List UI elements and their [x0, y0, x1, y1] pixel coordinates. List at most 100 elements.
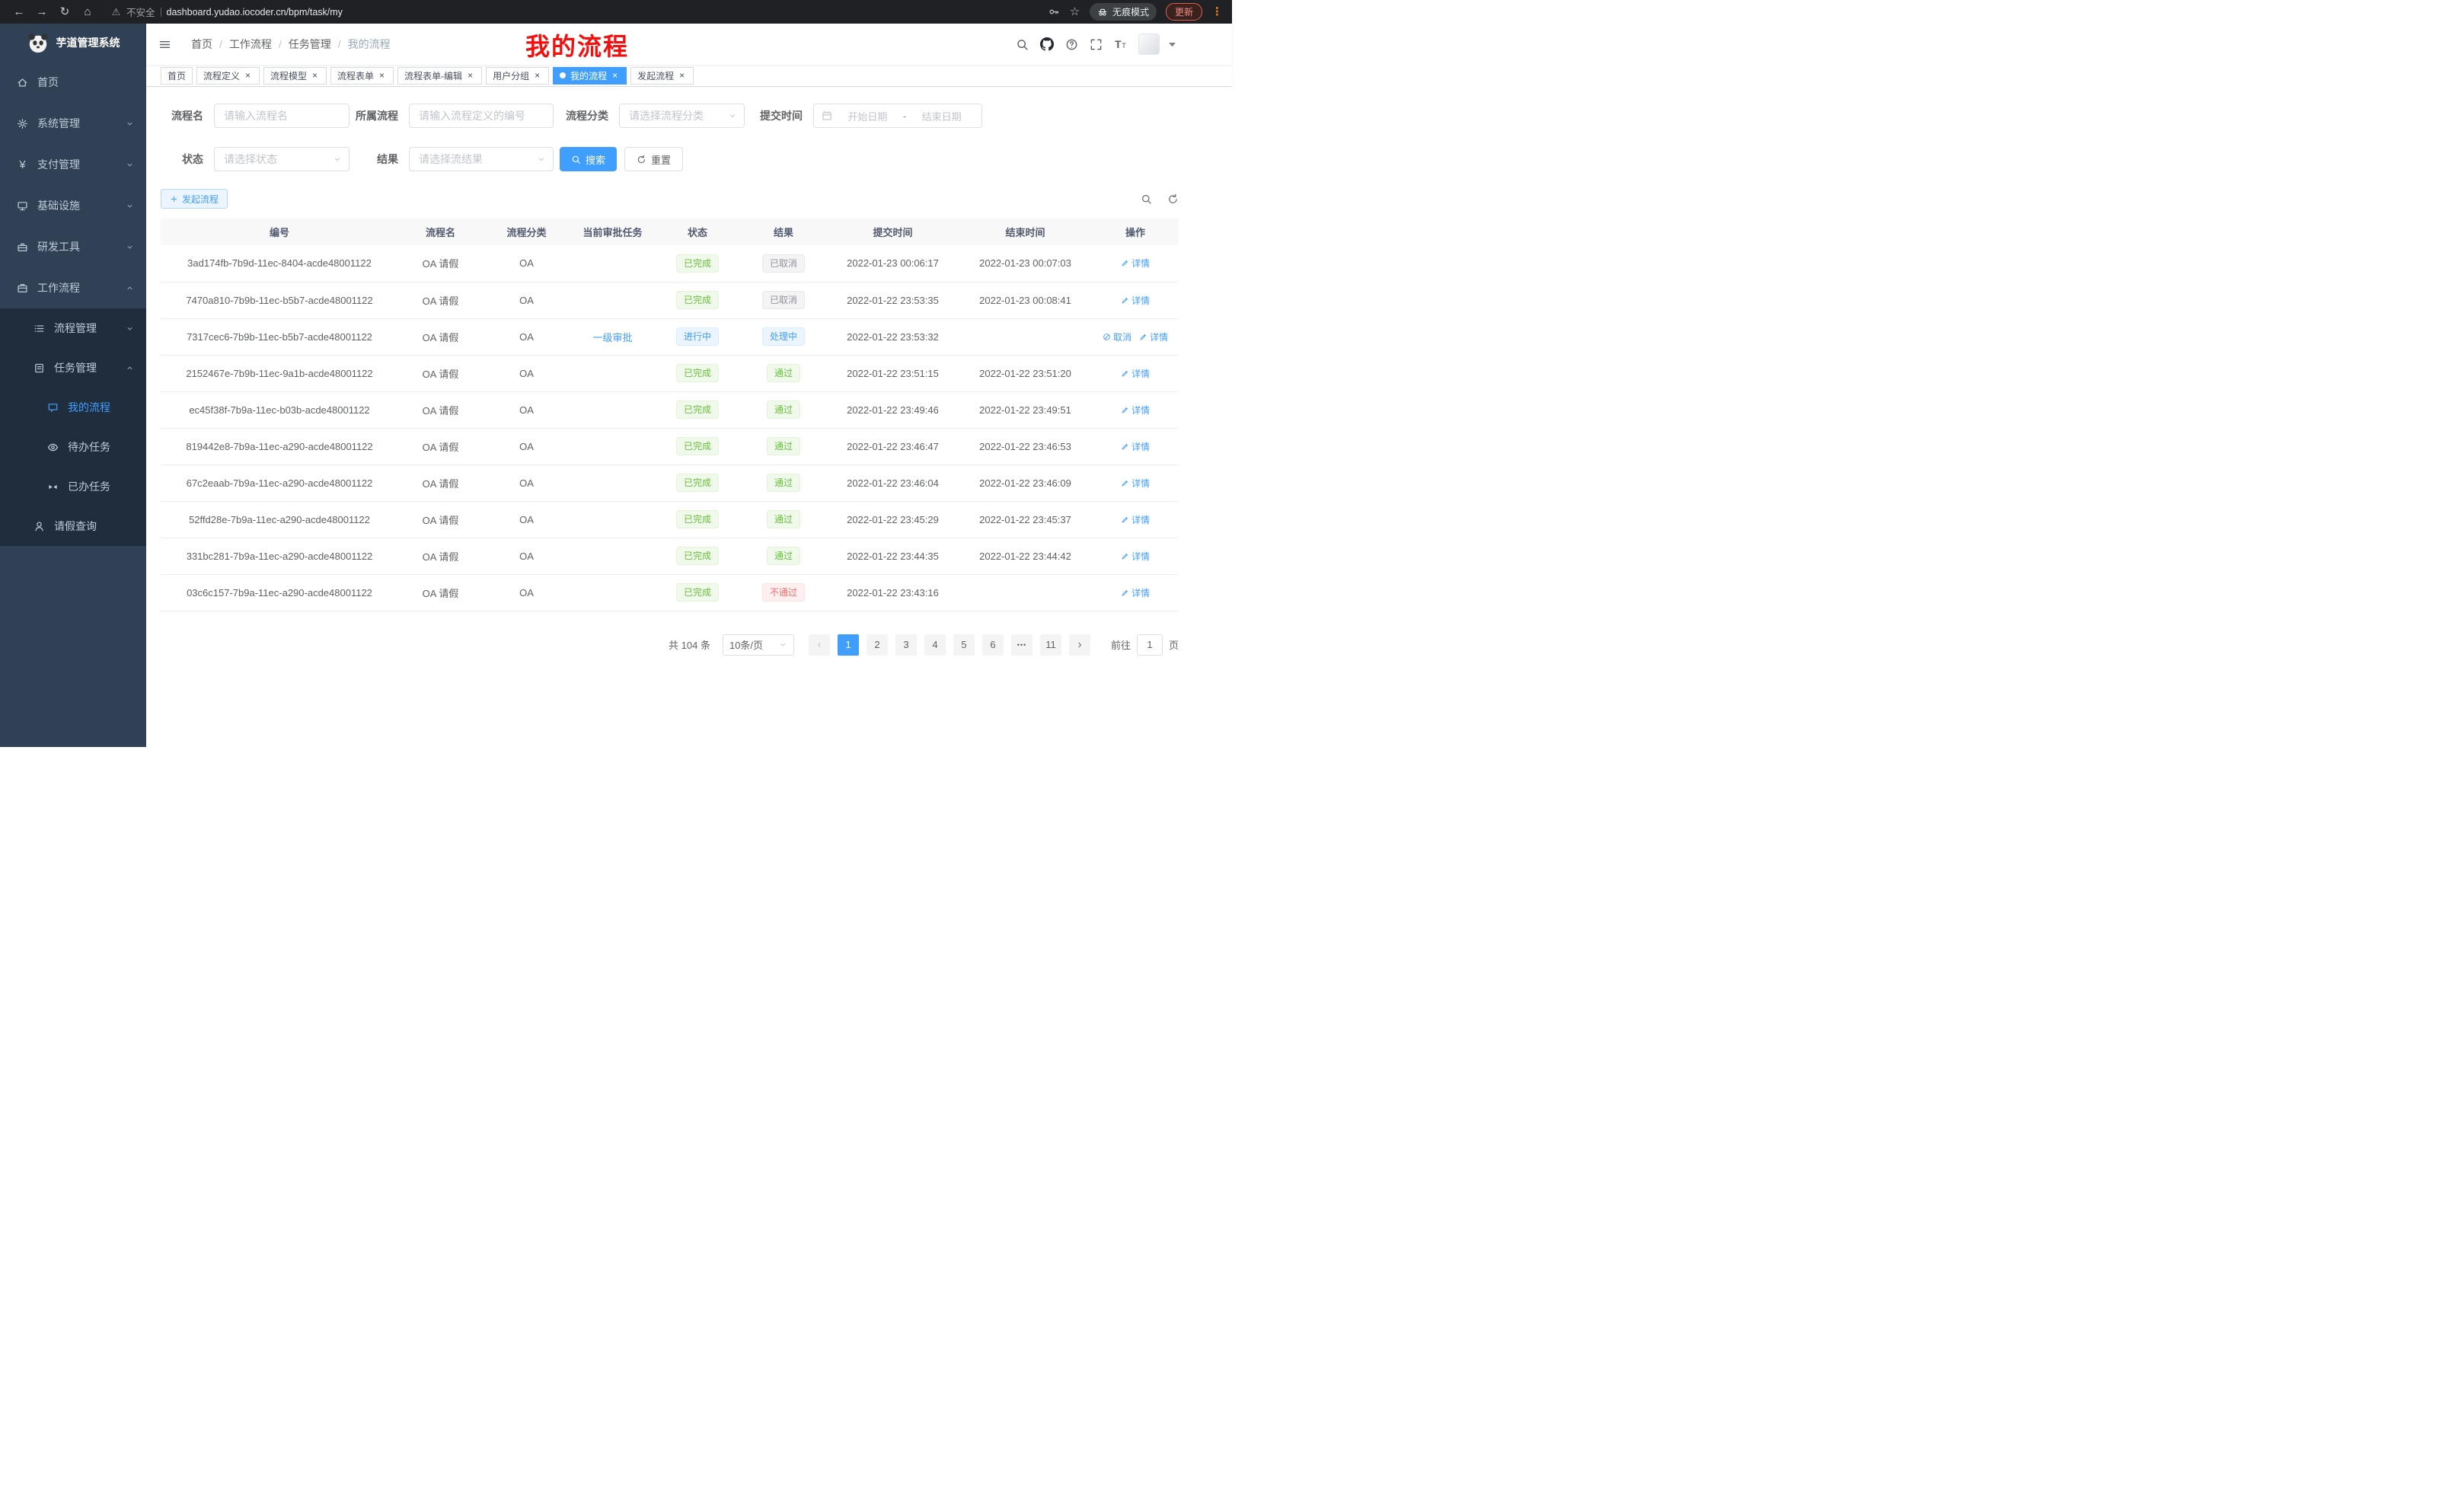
- status-tag: 已完成: [676, 401, 719, 419]
- reset-button[interactable]: 重置: [624, 147, 683, 171]
- sidebar-item[interactable]: ¥支付管理: [0, 144, 146, 185]
- more-pages-button[interactable]: •••: [1011, 634, 1033, 656]
- detail-action-link[interactable]: 详情: [1121, 404, 1150, 417]
- detail-action-link[interactable]: 详情: [1121, 550, 1150, 563]
- sidebar-item[interactable]: 待办任务: [0, 427, 146, 467]
- tab-close-icon[interactable]: ×: [532, 71, 542, 81]
- breadcrumb-separator: /: [279, 38, 282, 50]
- goto-page-input[interactable]: [1137, 634, 1163, 656]
- app-logo[interactable]: 芋道管理系统: [0, 24, 146, 62]
- search-button[interactable]: 搜索: [560, 147, 617, 171]
- tags-view-tab[interactable]: 我的流程×: [553, 67, 627, 85]
- fullscreen-icon[interactable]: [1090, 38, 1103, 51]
- result-select-input[interactable]: [409, 147, 554, 171]
- detail-action-link[interactable]: 详情: [1121, 586, 1150, 599]
- breadcrumb-item[interactable]: 任务管理: [289, 37, 331, 52]
- detail-action-link[interactable]: 详情: [1121, 513, 1150, 526]
- detail-action-link[interactable]: 详情: [1121, 257, 1150, 270]
- sidebar-item[interactable]: 基础设施: [0, 185, 146, 226]
- goto-label: 前往: [1111, 637, 1131, 652]
- next-page-button[interactable]: [1069, 634, 1090, 656]
- cell-id: 03c6c157-7b9a-11ec-a290-acde48001122: [161, 574, 398, 611]
- page-button[interactable]: 3: [895, 634, 917, 656]
- cell-submit-time: 2022-01-22 23:53:35: [827, 282, 959, 318]
- help-icon[interactable]: [1065, 38, 1078, 51]
- tags-view-tab[interactable]: 首页: [161, 67, 193, 85]
- cell-end-time: [959, 318, 1092, 355]
- tags-view-tab[interactable]: 用户分组×: [486, 67, 549, 85]
- reload-icon[interactable]: ↻: [55, 3, 75, 21]
- refresh-list-icon[interactable]: [1167, 193, 1179, 205]
- toggle-search-icon[interactable]: [1141, 193, 1152, 205]
- detail-action-link[interactable]: 详情: [1139, 330, 1168, 343]
- result-select[interactable]: [409, 147, 554, 171]
- tags-view-tab[interactable]: 流程定义×: [196, 67, 260, 85]
- owner-process-input[interactable]: [409, 104, 554, 128]
- cell-submit-time: 2022-01-22 23:46:47: [827, 428, 959, 464]
- edit-icon: [1121, 479, 1129, 487]
- hamburger-icon[interactable]: [158, 38, 171, 51]
- cell-id: 3ad174fb-7b9d-11ec-8404-acde48001122: [161, 245, 398, 282]
- key-icon[interactable]: [1048, 6, 1060, 18]
- page-button[interactable]: 2: [867, 634, 888, 656]
- detail-action-link[interactable]: 详情: [1121, 367, 1150, 380]
- tab-close-icon[interactable]: ×: [310, 71, 320, 81]
- page-size-select[interactable]: 10条/页: [723, 634, 794, 656]
- font-size-icon[interactable]: TT: [1114, 38, 1127, 51]
- cancel-action-link[interactable]: 取消: [1103, 330, 1131, 343]
- breadcrumb-item[interactable]: 工作流程: [229, 37, 272, 52]
- search-icon[interactable]: [1016, 38, 1029, 51]
- start-process-button[interactable]: 发起流程: [161, 189, 228, 209]
- tags-view-tab[interactable]: 流程表单×: [330, 67, 394, 85]
- github-icon[interactable]: [1040, 37, 1054, 51]
- tags-view-tab[interactable]: 流程表单-编辑×: [397, 67, 482, 85]
- sidebar-item[interactable]: 请假查询: [0, 506, 146, 546]
- arrow-right-icon: [1075, 640, 1084, 650]
- tab-close-icon[interactable]: ×: [377, 71, 387, 81]
- process-name-input[interactable]: [214, 104, 349, 128]
- sidebar-item[interactable]: 工作流程: [0, 267, 146, 308]
- detail-action-link[interactable]: 详情: [1121, 294, 1150, 307]
- avatar[interactable]: [1138, 34, 1160, 55]
- page-button[interactable]: 6: [982, 634, 1004, 656]
- page-button[interactable]: 11: [1040, 634, 1061, 656]
- sidebar-menu: 首页系统管理¥支付管理基础设施研发工具工作流程流程管理任务管理我的流程待办任务已…: [0, 62, 146, 747]
- caret-down-icon[interactable]: [1166, 38, 1179, 51]
- address-bar[interactable]: ⚠ 不安全 dashboard.yudao.iocoder.cn/bpm/tas…: [111, 5, 343, 19]
- breadcrumb-item[interactable]: 首页: [191, 37, 212, 52]
- page-button[interactable]: 1: [838, 634, 859, 656]
- page-button[interactable]: 4: [924, 634, 946, 656]
- breadcrumb-separator: /: [219, 38, 222, 50]
- status-select[interactable]: [214, 147, 349, 171]
- page-button[interactable]: 5: [953, 634, 975, 656]
- sidebar-item-label: 请假查询: [54, 519, 97, 534]
- breadcrumb: 首页/工作流程/任务管理/我的流程: [191, 37, 391, 52]
- category-select-input[interactable]: [619, 104, 745, 128]
- sidebar-item[interactable]: 任务管理: [0, 348, 146, 388]
- prev-page-button[interactable]: [809, 634, 830, 656]
- forward-icon[interactable]: →: [32, 3, 52, 21]
- category-select[interactable]: [619, 104, 745, 128]
- status-select-input[interactable]: [214, 147, 349, 171]
- tab-close-icon[interactable]: ×: [610, 71, 620, 81]
- sidebar-item[interactable]: 我的流程: [0, 388, 146, 427]
- sidebar-item[interactable]: 首页: [0, 62, 146, 103]
- browser-menu-icon[interactable]: ⋮: [1211, 6, 1223, 18]
- tab-close-icon[interactable]: ×: [465, 71, 475, 81]
- tab-close-icon[interactable]: ×: [677, 71, 687, 81]
- sidebar-item[interactable]: 流程管理: [0, 308, 146, 348]
- sidebar-item[interactable]: 系统管理: [0, 103, 146, 144]
- sidebar-item[interactable]: 研发工具: [0, 226, 146, 267]
- update-button[interactable]: 更新: [1166, 3, 1202, 21]
- back-icon[interactable]: ←: [9, 3, 29, 21]
- browser-home-icon[interactable]: ⌂: [78, 3, 97, 21]
- detail-action-link[interactable]: 详情: [1121, 477, 1150, 490]
- sidebar-item[interactable]: 已办任务: [0, 467, 146, 506]
- detail-action-link[interactable]: 详情: [1121, 440, 1150, 453]
- tags-view-tab[interactable]: 流程模型×: [263, 67, 327, 85]
- tags-view-tab[interactable]: 发起流程×: [630, 67, 694, 85]
- submit-time-range-picker[interactable]: 开始日期 - 结束日期: [813, 104, 982, 128]
- current-task-link[interactable]: 一级审批: [592, 332, 632, 343]
- tab-close-icon[interactable]: ×: [243, 71, 253, 81]
- star-icon[interactable]: ☆: [1069, 6, 1080, 18]
